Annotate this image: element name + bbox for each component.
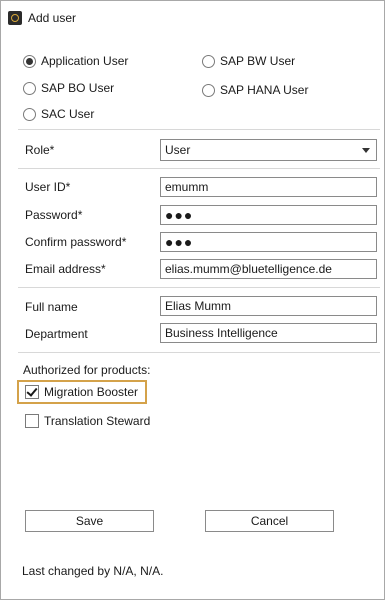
email-label: Email address* [25, 262, 106, 276]
add-user-dialog: Add user Application User SAP BW User SA… [0, 0, 385, 600]
user-id-label: User ID* [25, 180, 71, 194]
email-input[interactable]: elias.mumm@bluetelligence.de [160, 259, 377, 279]
full-name-input[interactable]: Elias Mumm [160, 296, 377, 316]
radio-circle-icon [23, 107, 36, 121]
user-id-input[interactable]: emumm [160, 177, 377, 197]
window-title: Add user [28, 11, 77, 25]
radio-label: SAP BW User [220, 54, 296, 68]
checkbox-label: Migration Booster [44, 385, 139, 399]
department-label: Department [25, 327, 88, 341]
last-changed-text: Last changed by N/A, N/A. [22, 564, 164, 578]
divider [18, 129, 380, 130]
password-input[interactable]: ●●● [160, 205, 377, 225]
divider [18, 168, 380, 169]
role-selected-value: User [165, 143, 191, 157]
confirm-password-input[interactable]: ●●● [160, 232, 377, 252]
radio-circle-icon [23, 54, 36, 68]
cancel-button[interactable]: Cancel [205, 510, 334, 532]
chevron-down-icon [362, 148, 370, 153]
checkbox-label: Translation Steward [44, 414, 151, 428]
save-button[interactable]: Save [25, 510, 154, 532]
app-logo-icon [8, 11, 22, 25]
role-select[interactable]: User [160, 139, 377, 161]
checkbox-translation-steward[interactable]: Translation Steward [25, 412, 150, 430]
radio-label: SAC User [41, 107, 95, 121]
role-label: Role* [25, 143, 55, 157]
radio-sap-bo-user[interactable]: SAP BO User [23, 80, 114, 96]
radio-application-user[interactable]: Application User [23, 53, 128, 69]
full-name-label: Full name [25, 300, 78, 314]
checkbox-unchecked-icon [25, 414, 39, 428]
checkbox-checked-icon [25, 385, 39, 399]
radio-sap-hana-user[interactable]: SAP HANA User [202, 82, 308, 98]
divider [18, 352, 380, 353]
radio-circle-icon [202, 54, 215, 68]
radio-circle-icon [202, 83, 215, 97]
radio-circle-icon [23, 81, 36, 95]
radio-label: SAP BO User [41, 81, 115, 95]
department-input[interactable]: Business Intelligence [160, 323, 377, 343]
radio-sap-bw-user[interactable]: SAP BW User [202, 53, 295, 69]
checkbox-migration-booster[interactable]: Migration Booster [25, 383, 138, 401]
divider [18, 287, 380, 288]
products-heading: Authorized for products: [23, 363, 151, 377]
radio-label: Application User [41, 54, 129, 68]
title-bar: Add user [1, 1, 384, 35]
confirm-password-label: Confirm password* [25, 235, 127, 249]
radio-sac-user[interactable]: SAC User [23, 106, 94, 122]
radio-label: SAP HANA User [220, 83, 309, 97]
password-label: Password* [25, 208, 83, 222]
